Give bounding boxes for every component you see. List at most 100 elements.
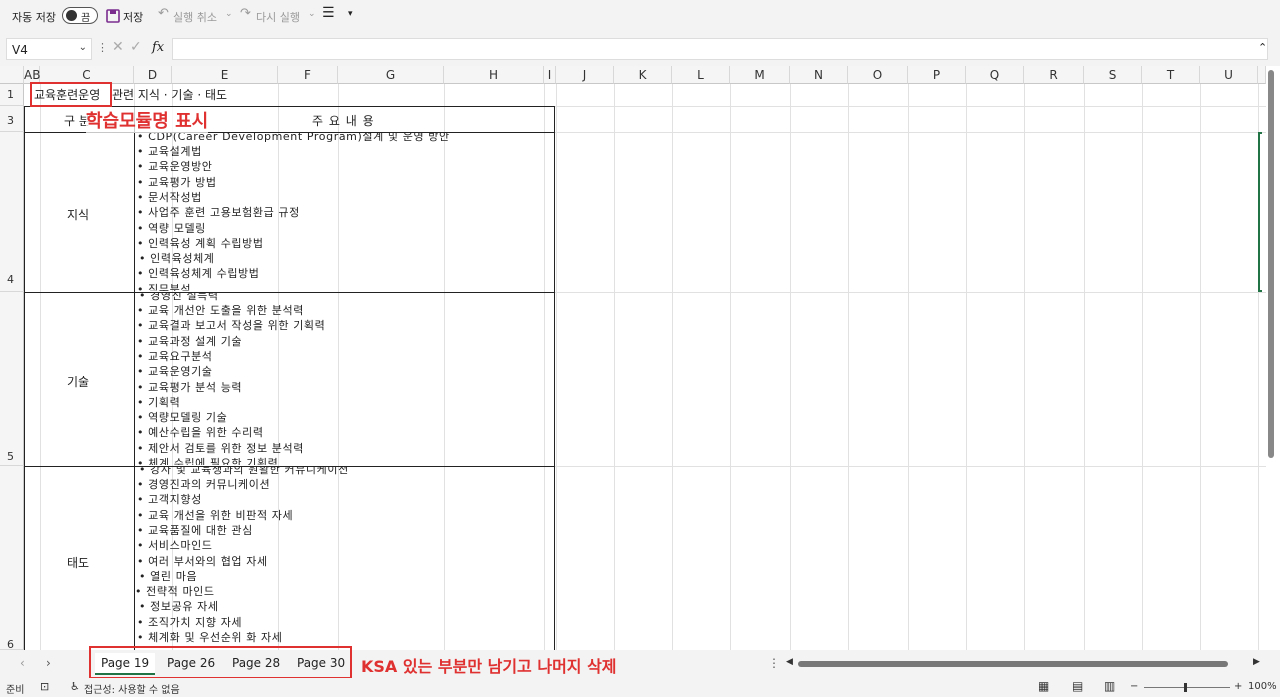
quick-access-toolbar: 자동 저장 끔 저장 ↶ 실행 취소 ⌄ ↷ 다시 실행 ⌄ ☰ ▾: [0, 0, 1280, 32]
name-box-value: V4: [12, 43, 28, 57]
zoom-slider-thumb[interactable]: [1184, 683, 1187, 692]
next-sheet-icon[interactable]: ›: [46, 656, 51, 670]
category-knowledge[interactable]: 지식: [67, 206, 89, 223]
list-item: • 예산수립을 위한 수리력: [137, 426, 264, 439]
column-header[interactable]: J: [556, 66, 614, 84]
column-header[interactable]: T: [1142, 66, 1200, 84]
status-bar: 준비 ⊡ ♿ 접근성: 사용할 수 없음 ▦ ▤ ▥ − + 100%: [0, 678, 1280, 697]
module-name-highlight: [30, 82, 112, 107]
list-item: • 여러 부서와의 협업 자세: [137, 555, 268, 568]
column-header[interactable]: I: [544, 66, 556, 84]
list-item: • 인력육성체계 수립방법: [137, 267, 260, 280]
list-item: • CDP(Career Development Program)설계 및 운영…: [137, 133, 450, 143]
expand-formula-icon[interactable]: ⌃: [1258, 41, 1267, 54]
list-item: • 서비스마인드: [137, 539, 213, 552]
content-header: 주 요 내 용: [312, 114, 375, 128]
enter-icon[interactable]: ✓: [130, 39, 142, 55]
formula-input[interactable]: [172, 38, 1268, 60]
ready-status: 준비: [6, 685, 25, 696]
row-header[interactable]: 5: [0, 292, 24, 466]
page-break-view-icon[interactable]: ▥: [1104, 679, 1115, 693]
macro-record-icon[interactable]: ⊡: [40, 680, 49, 693]
category-skill[interactable]: 기술: [67, 373, 89, 390]
prev-sheet-icon[interactable]: ‹: [20, 656, 25, 670]
redo-button[interactable]: 다시 실행: [256, 9, 300, 25]
column-header[interactable]: K: [614, 66, 672, 84]
scroll-right-icon[interactable]: ▶: [1253, 657, 1260, 667]
list-item: • 제안서 검토를 위한 정보 분석력: [137, 442, 304, 455]
list-item: • 교육설계법: [137, 145, 202, 158]
list-item: • 전략적 마인드: [135, 585, 215, 598]
column-header[interactable]: G: [338, 66, 444, 84]
more-options-icon[interactable]: ⋮: [768, 656, 780, 670]
column-header[interactable]: P: [908, 66, 966, 84]
normal-view-icon[interactable]: ▦: [1038, 679, 1049, 693]
title-suffix: 관련 지식 · 기술 · 태도: [112, 88, 228, 102]
save-button[interactable]: 저장: [123, 9, 143, 25]
row-header[interactable]: 3: [0, 106, 24, 132]
list-item: • 체계화 및 우선순위 화 자세: [137, 631, 283, 644]
column-header[interactable]: N: [790, 66, 848, 84]
list-item: • 교육운영방안: [137, 160, 213, 173]
menu-lines-icon[interactable]: ☰: [322, 5, 335, 21]
list-item: • 교육 개선안 도출을 위한 분석력: [137, 304, 304, 317]
zoom-level[interactable]: 100%: [1248, 681, 1277, 692]
column-header[interactable]: H: [444, 66, 544, 84]
list-item: • 교육결과 보고서 작성을 위한 기획력: [137, 319, 326, 332]
list-item: • 조직가치 지향 자세: [137, 616, 243, 629]
name-box[interactable]: V4 ⌄: [6, 38, 92, 60]
customize-toolbar-icon[interactable]: ▾: [348, 9, 353, 19]
redo-dropdown-icon[interactable]: ⌄: [308, 9, 316, 19]
accessibility-icon[interactable]: ♿: [70, 680, 80, 693]
column-header[interactable]: S: [1084, 66, 1142, 84]
row-header[interactable]: 1: [0, 84, 24, 106]
horizontal-scrollbar[interactable]: [798, 661, 1228, 667]
list-item: • 경영진 설득력: [139, 293, 219, 302]
column-header[interactable]: U: [1200, 66, 1258, 84]
worksheet-grid[interactable]: AB C D E F G H I J K L M N O P Q R S T U…: [0, 66, 1266, 650]
redo-icon[interactable]: ↷: [240, 6, 251, 21]
select-all-corner[interactable]: [0, 66, 24, 84]
zoom-out-icon[interactable]: −: [1130, 681, 1138, 692]
accessibility-status[interactable]: 접근성: 사용할 수 없음: [84, 681, 180, 696]
column-header[interactable]: Q: [966, 66, 1024, 84]
column-header[interactable]: L: [672, 66, 730, 84]
list-item: • 정보공유 자세: [139, 600, 219, 613]
autosave-toggle[interactable]: 끔: [62, 7, 98, 24]
row-header[interactable]: 4: [0, 132, 24, 292]
column-header[interactable]: D: [134, 66, 172, 84]
list-item: • 기획력: [137, 396, 181, 409]
attitude-list: • 강사 및 교육생과의 원활한 커뮤니케이션 • 경영진과의 커뮤니케이션 •…: [135, 467, 553, 649]
vertical-scrollbar[interactable]: [1268, 70, 1274, 458]
category-attitude[interactable]: 태도: [67, 554, 89, 571]
row-header[interactable]: 6: [0, 466, 24, 650]
cancel-icon[interactable]: ✕: [112, 39, 124, 55]
skill-list: • 경영진 설득력 • 교육 개선안 도출을 위한 분석력 • 교육결과 보고서…: [135, 293, 553, 465]
column-header[interactable]: O: [848, 66, 908, 84]
undo-dropdown-icon[interactable]: ⌄: [225, 9, 233, 19]
autosave-state: 끔: [81, 13, 91, 24]
zoom-slider[interactable]: [1144, 687, 1230, 688]
more-options-icon[interactable]: ⋮: [97, 41, 108, 54]
save-icon[interactable]: [106, 9, 120, 23]
sheet-tabs-bar: ‹ › Page 19 Page 26 Page 28 Page 30 KSA …: [0, 646, 1280, 679]
fx-icon[interactable]: fx: [152, 40, 164, 55]
list-item: • 인력육성 계획 수립방법: [137, 237, 264, 250]
zoom-in-icon[interactable]: +: [1234, 681, 1242, 692]
column-header[interactable]: E: [172, 66, 278, 84]
list-item: • 교육품질에 대한 관심: [137, 524, 253, 537]
undo-icon[interactable]: ↶: [158, 6, 169, 21]
column-header[interactable]: M: [730, 66, 790, 84]
list-item: • 역량 모델링: [137, 222, 206, 235]
undo-button[interactable]: 실행 취소: [173, 9, 217, 25]
list-item: • 체계 수립에 필요한 기획력: [137, 457, 279, 465]
chevron-down-icon[interactable]: ⌄: [79, 42, 87, 53]
module-name-note: 학습모듈명 표시: [86, 107, 209, 133]
list-item: • 강사 및 교육생과의 원활한 커뮤니케이션: [139, 467, 349, 476]
column-header[interactable]: F: [278, 66, 338, 84]
autosave-label: 자동 저장: [12, 11, 56, 24]
list-item: • 교육평가 방법: [137, 176, 217, 189]
column-header[interactable]: R: [1024, 66, 1084, 84]
page-layout-view-icon[interactable]: ▤: [1072, 679, 1083, 693]
scroll-left-icon[interactable]: ◀: [786, 657, 793, 667]
